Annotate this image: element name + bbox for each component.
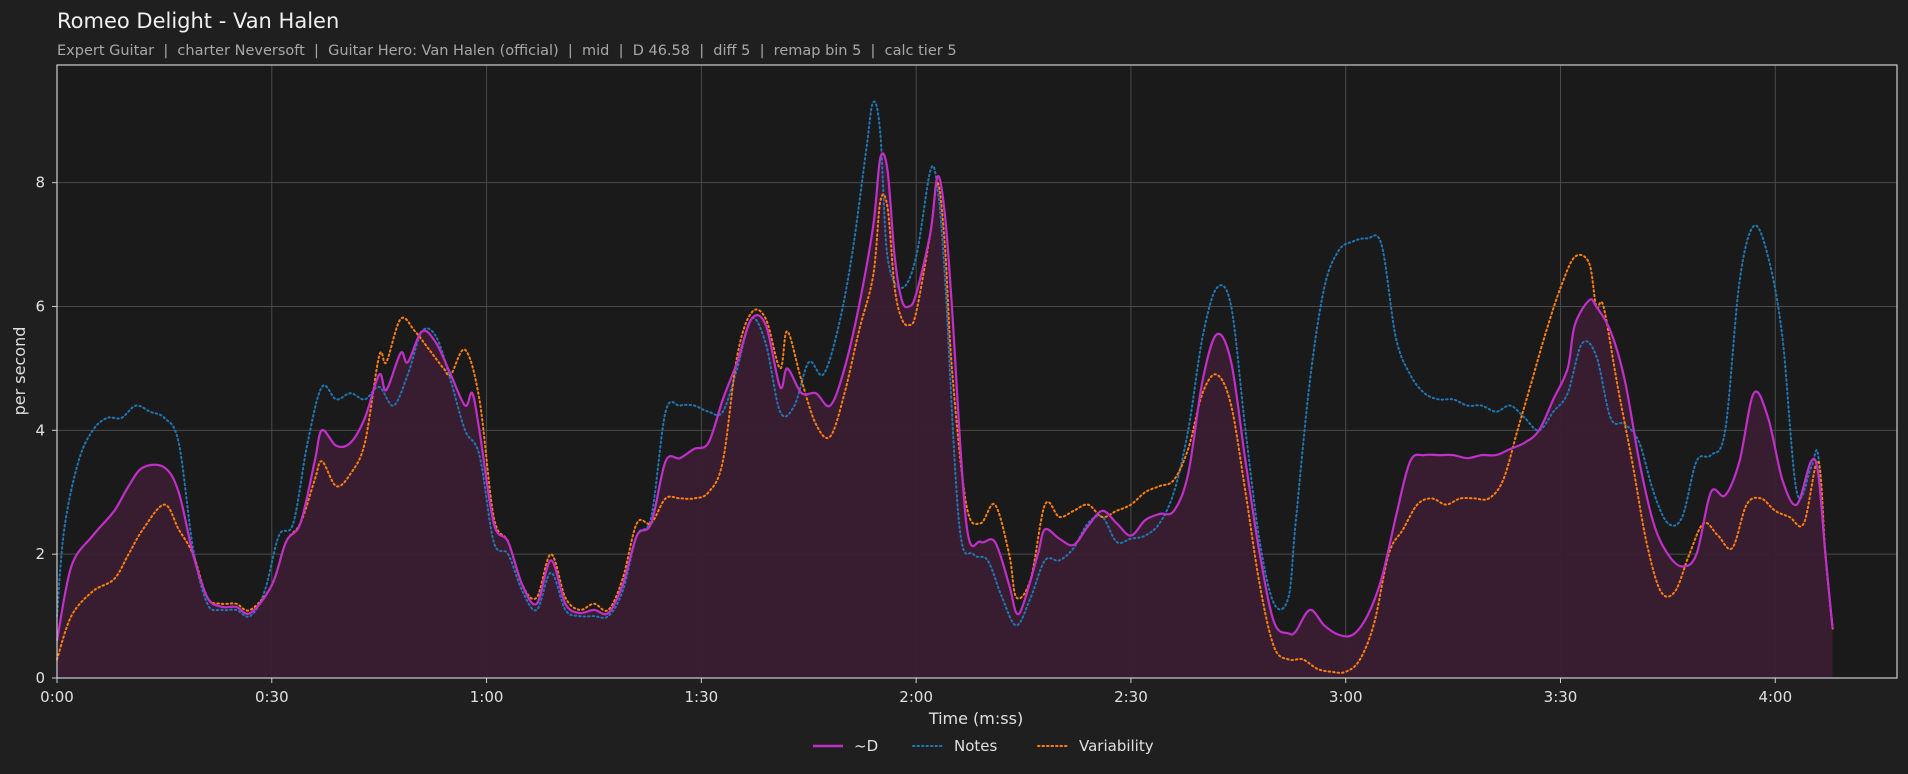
y-tick-label: 2	[35, 545, 45, 563]
chart: Romeo Delight - Van Halen Expert Guitar …	[0, 0, 1908, 774]
y-tick-label: 8	[35, 174, 45, 192]
chart-title: Romeo Delight - Van Halen	[57, 9, 339, 33]
x-tick-label: 2:30	[1114, 688, 1148, 706]
x-tick-label: 2:00	[899, 688, 933, 706]
legend-label-notes: Notes	[954, 737, 998, 755]
x-tick-label: 4:00	[1758, 688, 1792, 706]
x-tick-label: 0:00	[40, 688, 74, 706]
legend-label-d: ~D	[854, 737, 878, 755]
y-axis-label: per second	[10, 327, 29, 416]
legend: ~D Notes Variability	[813, 737, 1154, 755]
x-axis-label: Time (m:ss)	[928, 709, 1023, 728]
y-tick-label: 6	[35, 297, 45, 315]
x-tick-label: 1:30	[685, 688, 719, 706]
x-tick-label: 3:30	[1544, 688, 1578, 706]
x-tick-label: 3:00	[1329, 688, 1363, 706]
y-tick-label: 4	[35, 421, 45, 439]
y-tick-label: 0	[35, 669, 45, 687]
x-tick-label: 1:00	[470, 688, 504, 706]
chart-subtitle: Expert Guitar | charter Neversoft | Guit…	[57, 43, 957, 59]
x-tick-label: 0:30	[255, 688, 289, 706]
legend-label-variability: Variability	[1079, 737, 1154, 755]
